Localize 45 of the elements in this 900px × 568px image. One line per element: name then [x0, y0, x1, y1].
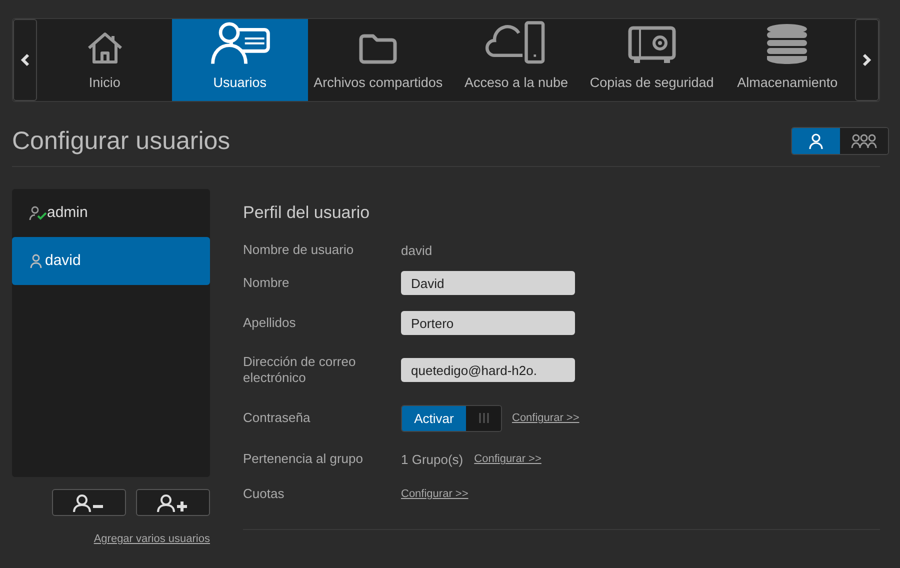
chevron-left-icon	[20, 53, 30, 67]
user-list-item[interactable]: david	[12, 237, 210, 285]
field-label: Apellidos	[243, 315, 297, 332]
nav-tab[interactable]: Almacenamiento	[720, 19, 856, 101]
nav-tab[interactable]: Copias de seguridad	[584, 19, 720, 101]
field-label: Dirección de correo electrónico	[243, 354, 357, 386]
field-label: Nombre de usuario	[243, 242, 355, 258]
field-label: Cuotas	[243, 486, 286, 502]
group-view-button[interactable]	[840, 128, 888, 154]
text-field[interactable]: Portero	[401, 311, 575, 336]
safe-icon	[626, 24, 677, 65]
view-toggle[interactable]	[791, 127, 889, 155]
nav-tab[interactable]: Archivos compartidos	[308, 19, 449, 101]
field-label: Pertenencia al grupo	[243, 451, 364, 468]
password-toggle[interactable]: Activar	[401, 404, 502, 432]
user-list-item[interactable]: admin	[12, 189, 210, 237]
user-card-icon	[208, 20, 271, 65]
user-icon	[808, 133, 824, 149]
text-field[interactable]: quetedigo@hard-h2o.	[401, 358, 575, 382]
section-title: Perfil del usuario	[243, 203, 371, 224]
single-user-view-button[interactable]	[792, 128, 840, 154]
chevron-right-icon	[862, 53, 872, 67]
field-value: 1 Grupo(s)	[401, 450, 464, 469]
user-minus-icon	[72, 494, 106, 512]
remove-user-button[interactable]	[52, 489, 126, 516]
database-icon	[765, 22, 810, 65]
nav-tab[interactable]: Usuarios	[172, 19, 308, 101]
configure-link[interactable]: Configurar >>	[474, 451, 542, 468]
add-user-button[interactable]	[136, 489, 210, 516]
nav-tab[interactable]: Inicio	[37, 19, 172, 101]
previous-button[interactable]	[13, 19, 37, 101]
admin-user-icon	[29, 206, 47, 220]
configure-link[interactable]: Configurar >>	[401, 486, 468, 503]
group-icon	[851, 133, 877, 149]
text-field[interactable]: David	[401, 271, 575, 296]
user-plus-icon	[156, 494, 190, 512]
field-value: david	[401, 242, 432, 260]
add-multiple-users-link[interactable]: Agregar varios usuarios	[94, 533, 210, 545]
configure-link[interactable]: Configurar >>	[512, 410, 580, 427]
next-button[interactable]	[855, 19, 880, 101]
page-title: Configurar usuarios	[12, 126, 230, 156]
grip-icon	[478, 412, 490, 424]
field-label: Nombre	[243, 275, 290, 292]
field-label: Contraseña	[243, 410, 312, 426]
nav-tab[interactable]: Acceso a la nube	[448, 19, 584, 101]
